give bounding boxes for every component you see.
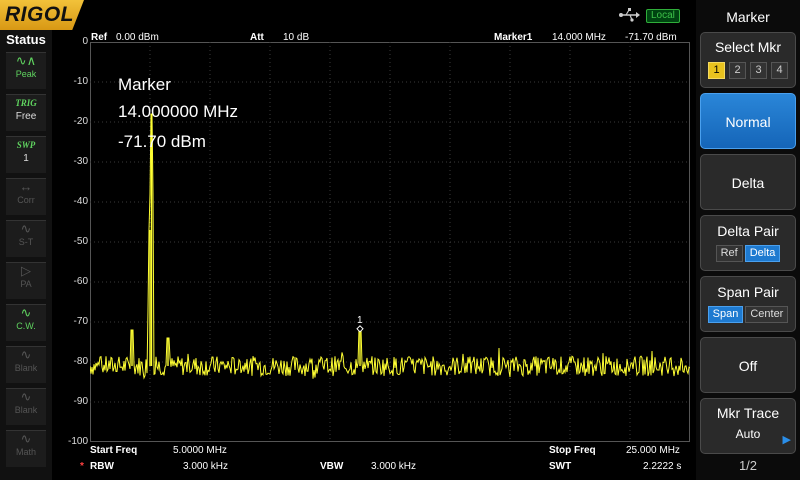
status-pa-indicator[interactable]: ▷ PA — [6, 262, 46, 299]
status-label: Peak — [15, 69, 37, 79]
delta-pair-ref: Ref — [715, 245, 743, 262]
span-pair-label: Span Pair — [717, 284, 779, 300]
status-peak-indicator[interactable]: ∿∧ Peak — [6, 52, 46, 89]
status-math-indicator[interactable]: ∿ Math — [6, 430, 46, 467]
usb-icon — [619, 8, 640, 22]
y-tick-label: -100 — [67, 436, 88, 447]
status-cw-indicator[interactable]: ∿ C.W. — [6, 304, 46, 341]
marker-number-4[interactable]: 4 — [771, 62, 788, 79]
status-label: Math — [15, 447, 36, 457]
menu-page-indicator[interactable]: 1/2 — [696, 458, 800, 473]
stop-freq-label: Stop Freq — [549, 445, 596, 456]
mkr-trace-label: Mkr Trace — [716, 405, 780, 421]
mkr-trace-button[interactable]: Mkr Trace Auto ▶ — [700, 398, 796, 454]
math-icon: ∿ — [20, 431, 32, 446]
marker-readout-level: -71.70 dBm — [118, 132, 206, 151]
att-label: Att — [250, 32, 264, 43]
marker-diamond[interactable] — [356, 325, 364, 333]
status-label: S-T — [18, 237, 34, 247]
swt-value[interactable]: 2.2222 s — [643, 461, 681, 472]
blank-icon: ∿ — [20, 389, 32, 404]
vbw-label: VBW — [320, 461, 344, 472]
y-tick-label: -90 — [73, 396, 88, 407]
marker-number-selector: 1234 — [701, 60, 795, 79]
normal-button[interactable]: Normal — [700, 93, 796, 149]
y-tick-label: -10 — [73, 76, 88, 87]
y-tick-label: -40 — [73, 196, 88, 207]
select-mkr-button[interactable]: Select Mkr 1234 — [700, 32, 796, 88]
status-st-indicator[interactable]: ∿ S-T — [6, 220, 46, 257]
status-label: Corr — [17, 195, 35, 205]
marker-number-1[interactable]: 1 — [708, 62, 725, 79]
y-tick-label: -50 — [73, 236, 88, 247]
stop-freq-value[interactable]: 25.000 MHz — [626, 445, 680, 456]
status-label: C.W. — [16, 321, 36, 331]
vbw-value[interactable]: 3.000 kHz — [371, 461, 416, 472]
y-tick-label: -60 — [73, 276, 88, 287]
swt-label: SWT — [549, 461, 572, 472]
span-pair-button[interactable]: Span Pair Span Center — [700, 276, 796, 332]
marker-header-label: Marker1 — [494, 32, 533, 43]
status-label: Blank — [14, 405, 38, 415]
ref-label: Ref — [91, 32, 108, 43]
att-value[interactable]: 10 dB — [283, 32, 309, 43]
marker-readout-freq: 14.000000 MHz — [118, 102, 239, 121]
rbw-label: RBW — [90, 461, 114, 472]
y-tick-label: 0 — [82, 36, 88, 47]
rbw-value[interactable]: 3.000 kHz — [183, 461, 228, 472]
marker-number-3[interactable]: 3 — [750, 62, 767, 79]
blank-icon: ∿ — [20, 347, 32, 362]
menu-title: Marker — [726, 9, 770, 25]
status-label: Blank — [14, 363, 38, 373]
mkr-trace-value: Auto — [735, 427, 761, 441]
marker-header-freq: 14.000 MHz — [552, 32, 606, 43]
start-freq-value[interactable]: 5.0000 MHz — [173, 445, 227, 456]
pa-icon: ▷ — [21, 263, 31, 278]
status-blank-indicator[interactable]: ∿ Blank — [6, 388, 46, 425]
submenu-arrow-icon: ▶ — [782, 434, 791, 446]
status-title: Status — [6, 32, 46, 47]
span-pair-center: Center — [745, 306, 789, 323]
y-tick-label: -80 — [73, 356, 88, 367]
delta-pair-delta: Delta — [744, 245, 781, 262]
trig-icon: TRIG — [15, 98, 37, 108]
y-tick-label: -20 — [73, 116, 88, 127]
delta-button[interactable]: Delta — [700, 154, 796, 210]
swp-icon: SWP — [16, 140, 36, 150]
brand-text: RIGOL — [5, 3, 74, 26]
local-badge[interactable]: Local — [646, 9, 680, 23]
status-label: Free — [15, 111, 37, 122]
span-pair-span: Span — [707, 306, 744, 323]
marker-number-label: 1 — [357, 315, 363, 326]
status-swp-indicator[interactable]: SWP 1 — [6, 136, 46, 173]
st-icon: ∿ — [20, 221, 32, 236]
rigol-logo: RIGOL — [0, 0, 84, 30]
status-trig-indicator[interactable]: TRIG Free — [6, 94, 46, 131]
cw-icon: ∿ — [20, 305, 32, 320]
off-button[interactable]: Off — [700, 337, 796, 393]
marker-header-level: -71.70 dBm — [625, 32, 677, 43]
select-mkr-label: Select Mkr — [714, 39, 782, 55]
status-blank-indicator[interactable]: ∿ Blank — [6, 346, 46, 383]
top-bar — [0, 0, 696, 30]
marker-number-2[interactable]: 2 — [729, 62, 746, 79]
status-label: PA — [20, 279, 32, 289]
corr-icon: ↔ — [19, 179, 33, 194]
delta-pair-label: Delta Pair — [717, 223, 779, 239]
marker-readout-title: Marker — [118, 75, 171, 94]
rbw-manual-star: * — [80, 461, 84, 472]
y-tick-label: -30 — [73, 156, 88, 167]
start-freq-label: Start Freq — [90, 445, 138, 456]
status-label: 1 — [23, 153, 29, 164]
delta-pair-button[interactable]: Delta Pair Ref Delta — [700, 215, 796, 271]
peak-icon: ∿∧ — [15, 53, 37, 68]
y-tick-label: -70 — [73, 316, 88, 327]
status-corr-indicator[interactable]: ↔ Corr — [6, 178, 46, 215]
ref-value[interactable]: 0.00 dBm — [116, 32, 159, 43]
